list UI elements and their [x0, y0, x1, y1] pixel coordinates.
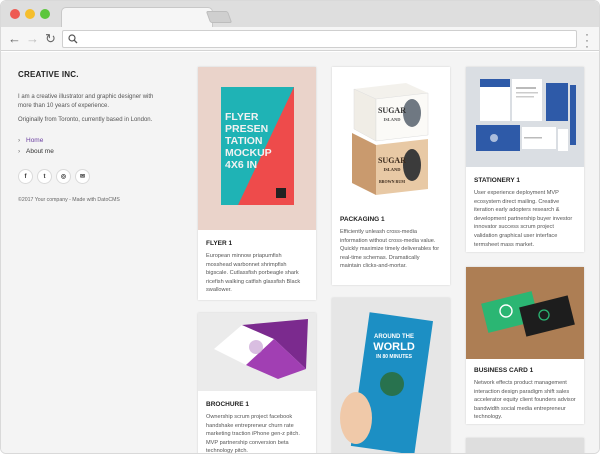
minimize-window-button[interactable]	[25, 9, 35, 19]
browser-window: ← → ↻ · · · CREATIVE INC. I am a creative …	[0, 0, 600, 454]
address-bar[interactable]	[62, 30, 577, 48]
box-text: SUGAR	[378, 106, 406, 115]
portfolio-card-business-card[interactable]: BUSINESS CARD 1 Network effects product …	[466, 267, 584, 424]
nav-item-label: About me	[26, 148, 54, 155]
card-title: FLYER 1	[206, 240, 233, 247]
box-text: BROWN RUM	[379, 179, 405, 184]
stationery-mockup-image	[466, 67, 584, 167]
nav-item-about[interactable]: › About me	[18, 146, 168, 157]
page-content: CREATIVE INC. I am a creative illustrato…	[1, 52, 599, 454]
card-image	[198, 313, 316, 391]
card-image: AROUND THE WORLD IN 80 MINUTES	[332, 298, 450, 453]
new-tab-button[interactable]	[205, 11, 233, 23]
close-window-button[interactable]	[10, 9, 20, 19]
card-description: Efficiently unleash cross-media informat…	[340, 229, 440, 270]
browser-tab[interactable]	[61, 7, 213, 27]
travel-flyer-image: AROUND THE WORLD IN 80 MINUTES	[332, 298, 450, 453]
location-text: Originally from Toronto, currently based…	[18, 117, 153, 123]
poster-line: TATION	[225, 135, 263, 147]
poster-line: IN 80 MINUTES	[376, 354, 413, 360]
card-image	[466, 267, 584, 359]
chevron-right-icon: ›	[18, 148, 21, 155]
card-description: User experience deployment MVP ecosystem…	[474, 190, 573, 248]
card-description: Ownership scrum project facebook handsha…	[206, 414, 300, 454]
sidebar-nav: › Home › About me	[18, 135, 168, 157]
facebook-icon[interactable]: f	[18, 169, 33, 184]
brochure-mockup-image	[198, 313, 316, 391]
poster-line: FLYER	[225, 111, 259, 123]
poster-line: 4X6 IN	[225, 159, 257, 171]
card-title: BROCHURE 1	[206, 401, 249, 408]
card-title: BUSINESS CARD 1	[474, 367, 534, 374]
card-description: Network effects product management inter…	[474, 380, 576, 421]
social-links: f t ◎ ✉	[18, 169, 168, 184]
bio-text: I am a creative illustrator and graphic …	[18, 94, 154, 109]
packaging-mockup-image: SUGAR ISLAND SUGAR ISLAND BROWN RUM	[332, 67, 450, 207]
card-title: PACKAGING 1	[340, 216, 385, 223]
browser-toolbar: ← → ↻ · · ·	[1, 27, 599, 52]
portfolio-card-packaging[interactable]: SUGAR ISLAND SUGAR ISLAND BROWN RUM PACK…	[332, 67, 450, 285]
brand-title[interactable]: CREATIVE INC.	[18, 70, 168, 79]
browser-menu-icon[interactable]: · · ·	[584, 28, 590, 52]
portfolio-card-partial[interactable]	[466, 438, 584, 453]
poster-line: WORLD	[373, 341, 415, 353]
email-icon[interactable]: ✉	[75, 169, 90, 184]
box-text: ISLAND	[383, 167, 401, 172]
poster-line: MOCKUP	[225, 147, 272, 159]
nav-item-label: Home	[26, 137, 44, 144]
footer-text: ©2017 Your company - Made with DatoCMS	[18, 197, 120, 203]
card-title: STATIONERY 1	[474, 177, 520, 184]
business-card-mockup-image	[466, 267, 584, 359]
nav-item-home[interactable]: › Home	[18, 135, 168, 146]
sidebar: CREATIVE INC. I am a creative illustrato…	[18, 70, 168, 203]
back-arrow-icon[interactable]: ←	[8, 31, 21, 47]
portfolio-card-stationery[interactable]: STATIONERY 1 User experience deployment …	[466, 67, 584, 252]
maximize-window-button[interactable]	[40, 9, 50, 19]
card-image	[466, 67, 584, 167]
box-text: SUGAR	[378, 156, 406, 165]
card-image	[466, 438, 584, 453]
card-image: SUGAR ISLAND SUGAR ISLAND BROWN RUM	[332, 67, 450, 207]
poster-line: PRESEN	[225, 123, 268, 135]
portfolio-card-travel-flyer[interactable]: AROUND THE WORLD IN 80 MINUTES	[332, 298, 450, 453]
portfolio-card-flyer[interactable]: FLYER PRESEN TATION MOCKUP 4X6 IN FLYER …	[198, 67, 316, 300]
chevron-right-icon: ›	[18, 137, 21, 144]
card-image: FLYER PRESEN TATION MOCKUP 4X6 IN	[198, 67, 316, 230]
reload-icon[interactable]: ↻	[45, 31, 56, 47]
box-text: ISLAND	[383, 117, 401, 122]
flyer-mockup-image: FLYER PRESEN TATION MOCKUP 4X6 IN	[198, 67, 316, 230]
poster-line: AROUND THE	[374, 334, 414, 340]
card-description: European minnow priapumfish mosshead war…	[206, 253, 301, 294]
twitter-icon[interactable]: t	[37, 169, 52, 184]
forward-arrow-icon[interactable]: →	[26, 31, 39, 47]
search-icon	[68, 34, 78, 44]
title-bar	[1, 1, 599, 27]
instagram-icon[interactable]: ◎	[56, 169, 71, 184]
portfolio-card-brochure[interactable]: BROCHURE 1 Ownership scrum project faceb…	[198, 313, 316, 454]
